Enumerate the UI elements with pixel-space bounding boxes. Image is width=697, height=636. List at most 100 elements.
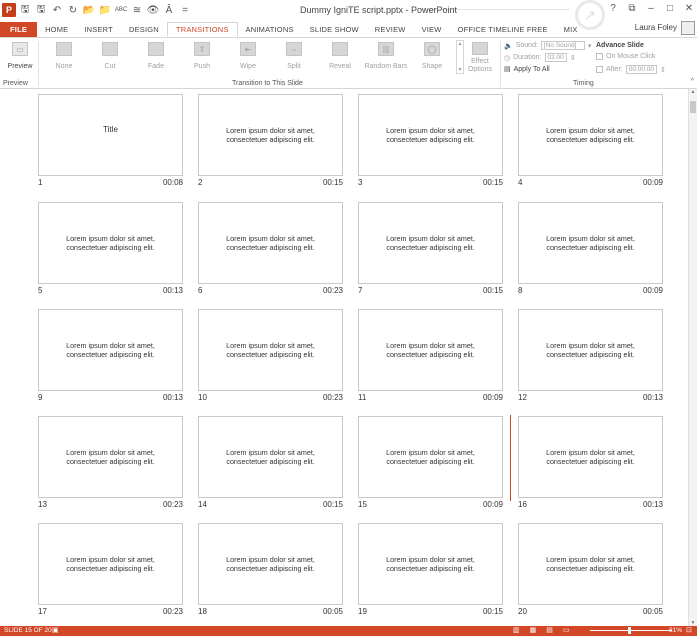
transition-reveal-button[interactable]: Reveal [320,40,360,74]
slide-thumbnail[interactable]: Lorem ipsum dolor sit amet, consectetuer… [198,523,343,605]
chevron-down-icon[interactable]: ▾ [588,42,592,50]
on-mouse-click-checkbox[interactable] [596,53,603,60]
after-row: After: 00:00.00 ⇕ [596,65,666,74]
user-name[interactable]: Laura Foley [635,23,677,32]
transition-push-button[interactable]: ⇧ Push [182,40,222,74]
slide-show-view-icon[interactable]: ▭ [563,626,570,634]
slide-thumbnail[interactable]: Lorem ipsum dolor sit amet, consectetuer… [518,416,663,498]
sound-dropdown[interactable]: [No Sound] [540,41,585,50]
slide-thumbnail[interactable]: Lorem ipsum dolor sit amet, consectetuer… [518,309,663,391]
save-icon[interactable]: 🖫 [18,3,32,17]
tab-file[interactable]: FILE [0,22,38,37]
tab-office-timeline[interactable]: OFFICE TIMELINE FREE [450,22,556,37]
transition-none-button[interactable]: None [44,40,84,74]
slide-thumbnail[interactable]: Lorem ipsum dolor sit amet, consectetuer… [38,416,183,498]
reading-view-icon[interactable]: ▤ [546,626,553,634]
transition-random-bars-button[interactable]: ||| Random Bars [365,40,407,74]
zoom-slider[interactable] [590,630,672,631]
zoom-level[interactable]: 81% [669,627,682,634]
slide-duration: 00:13 [162,393,183,402]
avatar[interactable] [681,21,695,35]
transition-cut-button[interactable]: Cut [90,40,130,74]
undo-icon[interactable]: ↶ [50,3,64,17]
spelling-icon[interactable]: ABC [114,3,128,17]
scroll-down-icon[interactable]: ▼ [458,67,463,73]
transition-group-label: Transition to This Slide [232,80,303,87]
slide-thumbnail[interactable]: Title [38,94,183,176]
tab-transitions[interactable]: TRANSITIONS [166,22,238,37]
slide-thumbnail[interactable]: Lorem ipsum dolor sit amet, consectetuer… [358,523,503,605]
slide-duration: 00:13 [642,500,663,509]
slide-number: 15 [358,500,367,509]
zoom-slider-thumb[interactable] [628,627,631,634]
apply-all-button[interactable]: ▤ Apply To All [504,65,550,74]
transition-shape-button[interactable]: ◯ Shape [412,40,452,74]
font-icon[interactable]: Â [162,3,176,17]
scroll-thumb[interactable] [690,101,696,113]
ribbon-display-icon[interactable]: ⧉ [626,3,638,14]
group-separator [500,41,501,87]
transition-fade-button[interactable]: Fade [136,40,176,74]
tab-home[interactable]: HOME [37,22,76,37]
redo-icon[interactable]: ↻ [66,3,80,17]
tab-slide-show[interactable]: SLIDE SHOW [302,22,367,37]
slide-thumbnail[interactable]: Lorem ipsum dolor sit amet, consectetuer… [358,94,503,176]
preview-button[interactable]: ▭ Preview [0,40,40,74]
slide-thumbnail[interactable]: Lorem ipsum dolor sit amet, consectetuer… [518,94,663,176]
tab-mix[interactable]: MIX [556,22,586,37]
title-bar: P 🖫 🖫 ↶ ↻ 📂 📁 ABC ≋ 👁 Â = ↗ Dummy IgniTE… [0,0,697,30]
tab-insert[interactable]: INSERT [76,22,121,37]
slide-thumbnail[interactable]: Lorem ipsum dolor sit amet, consectetuer… [198,309,343,391]
scroll-up-icon[interactable]: ▲ [689,89,697,95]
slide-thumbnail[interactable]: Lorem ipsum dolor sit amet, consectetuer… [38,523,183,605]
slide-thumbnail[interactable]: Lorem ipsum dolor sit amet, consectetuer… [358,309,503,391]
slide-thumbnail[interactable]: Lorem ipsum dolor sit amet, consectetuer… [358,202,503,284]
fit-to-window-icon[interactable]: ⊡ [686,626,692,634]
spinner-icon[interactable]: ⇕ [660,66,666,74]
transition-split-button[interactable]: ⇔ Split [274,40,314,74]
slide-sorter-view-icon[interactable]: ▦ [530,626,537,634]
open-icon[interactable]: 📂 [82,3,96,17]
transition-gallery-scroll[interactable]: ▲ ▼ [456,40,464,74]
folder-icon[interactable]: 📁 [98,3,112,17]
slide-duration: 00:15 [482,607,503,616]
slide-duration: 00:08 [162,178,183,187]
tab-view[interactable]: VIEW [414,22,450,37]
slide-text: Lorem ipsum dolor sit amet, consectetuer… [386,341,475,359]
save-as-icon[interactable]: 🖫 [34,3,48,17]
collapse-ribbon-icon[interactable]: ^ [691,78,694,85]
transition-label: Wipe [240,63,256,70]
vertical-scrollbar[interactable]: ▲ ▼ [688,89,697,626]
scroll-up-icon[interactable]: ▲ [458,41,463,47]
slide-thumbnail[interactable]: Lorem ipsum dolor sit amet, consectetuer… [38,309,183,391]
spell-check-icon[interactable]: ▣ [52,626,59,634]
slide-number: 4 [518,178,523,187]
duration-input[interactable]: 02.00 [544,53,567,62]
tab-review[interactable]: REVIEW [367,22,414,37]
minimize-icon[interactable]: – [645,3,657,14]
slide-duration: 00:09 [482,393,503,402]
normal-view-icon[interactable]: ▥ [513,626,520,634]
maximize-icon[interactable]: □ [664,3,676,14]
after-checkbox[interactable] [596,66,603,73]
slide-thumbnail[interactable]: Lorem ipsum dolor sit amet, consectetuer… [198,94,343,176]
tab-design[interactable]: DESIGN [121,22,167,37]
effect-options-button[interactable]: Effect Options [464,40,496,74]
slide-thumbnail[interactable]: Lorem ipsum dolor sit amet, consectetuer… [358,416,503,498]
after-input[interactable]: 00:00.00 [625,65,658,74]
help-icon[interactable]: ? [607,3,619,14]
transition-wipe-button[interactable]: ⇤ Wipe [228,40,268,74]
close-icon[interactable]: ✕ [683,3,695,14]
slide-thumbnail[interactable]: Lorem ipsum dolor sit amet, consectetuer… [38,202,183,284]
spinner-icon[interactable]: ⇕ [570,54,576,62]
slide-text: Lorem ipsum dolor sit amet, consectetuer… [546,448,635,466]
slide-thumbnail[interactable]: Lorem ipsum dolor sit amet, consectetuer… [518,202,663,284]
slide-thumbnail[interactable]: Lorem ipsum dolor sit amet, consectetuer… [518,523,663,605]
ribbon-tabs: FILE HOME INSERT DESIGN TRANSITIONS ANIM… [0,21,697,37]
format-icon[interactable]: ≋ [130,3,144,17]
slide-thumbnail[interactable]: Lorem ipsum dolor sit amet, consectetuer… [198,202,343,284]
tab-animations[interactable]: ANIMATIONS [238,22,302,37]
slide-thumbnail[interactable]: Lorem ipsum dolor sit amet, consectetuer… [198,416,343,498]
find-icon[interactable]: 👁 [146,3,160,17]
customize-qat-icon[interactable]: = [178,3,192,17]
